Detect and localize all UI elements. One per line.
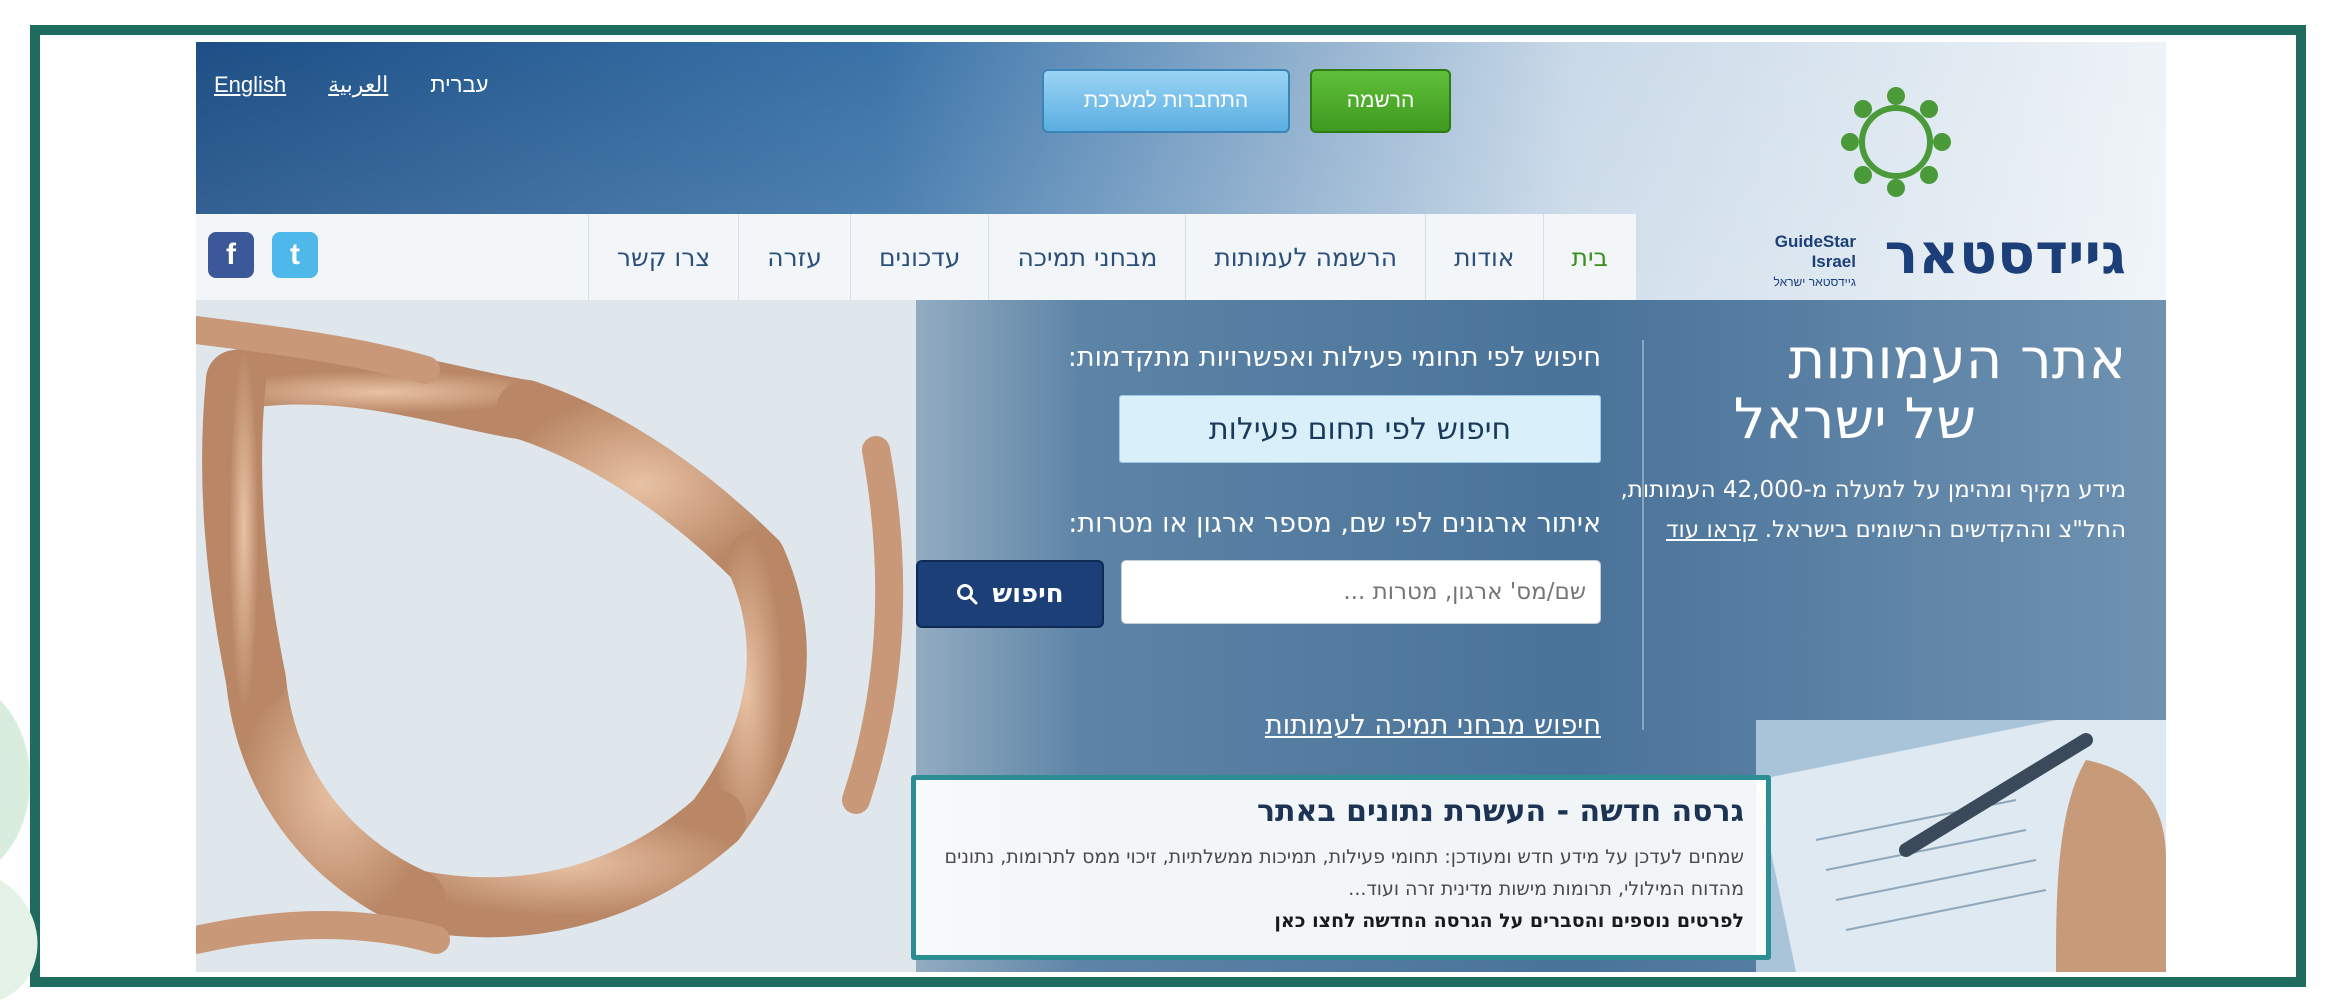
nav-item-updates[interactable]: עדכונים	[849, 214, 989, 300]
activity-search-button[interactable]: חיפוש לפי תחום פעילות	[1119, 395, 1601, 463]
search-icon	[957, 584, 978, 605]
guidestar-logo[interactable]: גיידסטאר GuideStar Israel גיידסטאר ישראל	[1726, 82, 2127, 289]
nav-item-home[interactable]: בית	[1542, 214, 1636, 300]
logo-ring-icon	[1841, 87, 1951, 197]
logo-small-sub: גיידסטאר ישראל	[1773, 275, 1856, 289]
hero-divider	[1642, 340, 1644, 730]
twitter-icon[interactable]: t	[272, 232, 318, 278]
hero-title-line1: אתר העמותות	[1788, 327, 2126, 392]
read-more-link[interactable]: קראו עוד	[1666, 517, 1757, 543]
leaf-decoration	[0, 700, 38, 1000]
logo-english-sub: Israel	[1811, 252, 1856, 271]
search-button-label: חיפוש	[992, 579, 1064, 609]
website: English العربية עברית התחברות למערכת הרש…	[196, 42, 2166, 972]
lang-arabic-link[interactable]: العربية	[328, 72, 388, 98]
social-links: f t	[208, 232, 318, 278]
hero-title: אתר העמותות של ישראל	[1734, 330, 2126, 450]
news-box: גרסה חדשה - העשרת נתונים באתר שמחים לעדכ…	[911, 775, 1771, 960]
language-switcher: English العربية עברית	[214, 72, 488, 98]
lang-english-link[interactable]: English	[214, 72, 286, 98]
nav-item-register-orgs[interactable]: הרשמה לעמותות	[1185, 214, 1425, 300]
nav-item-support-tests[interactable]: מבחני תמיכה	[988, 214, 1185, 300]
logo-hebrew-text: גיידסטאר	[1884, 222, 2127, 287]
lang-hebrew-current: עברית	[430, 72, 489, 97]
register-button[interactable]: הרשמה	[1310, 69, 1451, 133]
news-details-link[interactable]: לפרטים נוספים והסברים על הגרסה החדשה לחצ…	[938, 905, 1744, 937]
search-button[interactable]: חיפוש	[916, 560, 1104, 628]
news-title: גרסה חדשה - העשרת נתונים באתר	[1256, 794, 1744, 829]
org-search-heading: איתור ארגונים לפי שם, מספר ארגון או מטרו…	[1068, 508, 1601, 539]
news-body: שמחים לעדכן על מידע חדש ומעודכן: תחומי פ…	[944, 846, 1744, 900]
nav-item-about[interactable]: אודות	[1425, 214, 1542, 300]
nav-item-contact[interactable]: צרו קשר	[587, 214, 738, 300]
logo-english-text: GuideStar Israel גיידסטאר ישראל	[1726, 232, 1856, 292]
login-button[interactable]: התחברות למערכת	[1042, 69, 1290, 133]
activity-search-heading: חיפוש לפי תחומי פעילות ואפשרויות מתקדמות…	[1067, 342, 1601, 373]
pen-document-image	[1756, 720, 2166, 972]
facebook-icon[interactable]: f	[208, 232, 254, 278]
hands-circle-image	[196, 300, 916, 972]
support-tests-search-link[interactable]: חיפוש מבחני תמיכה לעמותות	[1265, 710, 1601, 741]
main-nav: בית אודות הרשמה לעמותות מבחני תמיכה עדכו…	[196, 214, 1636, 300]
hero-title-line2: של ישראל	[1733, 387, 1976, 452]
hero-section: אתר העמותות של ישראל מידע מקיף ומהימן על…	[196, 300, 2166, 972]
org-search-input[interactable]	[1121, 560, 1601, 624]
nav-item-help[interactable]: עזרה	[738, 214, 850, 300]
logo-english-name: GuideStar	[1774, 232, 1856, 251]
hero-description: מידע מקיף ומהימן על למעלה מ-42,000 העמות…	[1606, 470, 2126, 550]
